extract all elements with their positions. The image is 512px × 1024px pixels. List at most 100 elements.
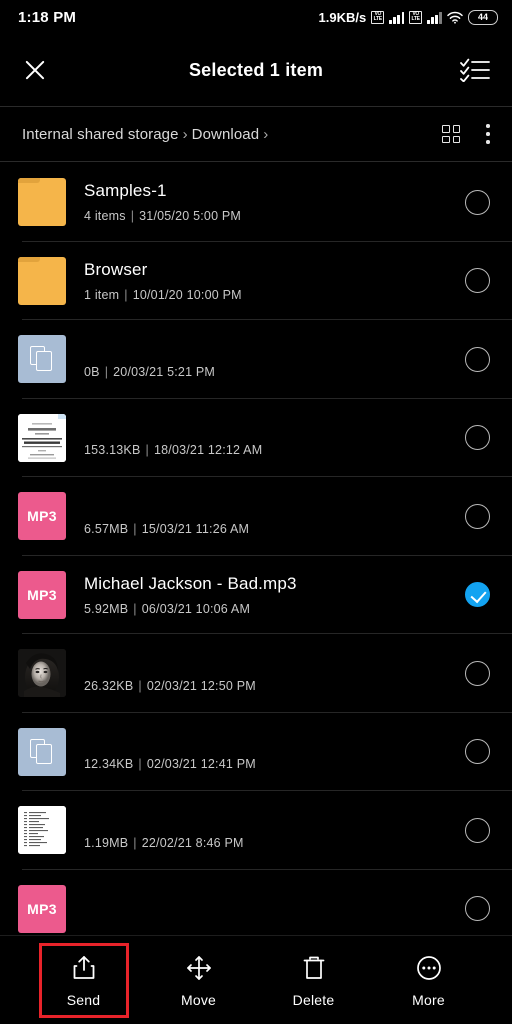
delete-button-label: Delete: [292, 991, 335, 1008]
delete-button[interactable]: Delete: [272, 946, 356, 1015]
breadcrumb-current[interactable]: Download: [192, 126, 260, 143]
breadcrumb-separator-2: ›: [263, 125, 269, 143]
bottom-action-bar: Send Move Delete More: [0, 935, 512, 1024]
mp3-icon: MP3: [18, 492, 66, 541]
volte-icon-2: VO LTE: [409, 10, 423, 24]
meta-separator: |: [133, 601, 137, 616]
file-size: 1.19MB: [84, 835, 129, 850]
table-row[interactable]: Browser 1 item | 10/01/20 10:00 PM: [0, 242, 512, 321]
file-meta: 26.32KB | 02/03/21 12:50 PM: [84, 679, 455, 693]
row-checkbox[interactable]: [465, 268, 490, 294]
status-bar: 1:18 PM 1.9KB/s VO LTE VO LTE 44: [0, 0, 512, 34]
file-name: [84, 340, 455, 357]
overflow-menu-icon[interactable]: [486, 124, 490, 144]
file-name: Michael Jackson - Bad.mp3: [84, 573, 297, 593]
file-name: Samples-1: [84, 181, 167, 201]
more-dots-circle-icon: [416, 955, 442, 981]
file-meta: 153.13KB | 18/03/21 12:12 AM: [84, 443, 455, 457]
row-checkbox[interactable]: [465, 425, 490, 451]
move-button[interactable]: Move: [157, 946, 241, 1015]
row-checkbox[interactable]: [465, 189, 490, 215]
document-icon: [18, 727, 66, 776]
mp3-icon-label: MP3: [27, 900, 57, 917]
row-checkbox[interactable]: [465, 739, 490, 765]
volte-icon: VO LTE: [371, 10, 385, 24]
breadcrumb-divider: [0, 161, 512, 162]
file-name: Browser: [84, 259, 148, 279]
file-size: 5.92MB: [84, 601, 129, 616]
status-time: 1:18 PM: [18, 8, 77, 26]
meta-separator: |: [145, 443, 149, 458]
trash-icon: [301, 955, 327, 981]
close-icon[interactable]: [22, 57, 48, 83]
meta-separator: |: [130, 209, 135, 224]
select-all-checklist-icon[interactable]: [460, 58, 490, 83]
meta-separator: |: [133, 521, 137, 536]
table-row[interactable]: 1.19MB | 22/02/21 8:46 PM: [0, 791, 512, 870]
file-date: 02/03/21 12:41 PM: [146, 757, 256, 772]
row-checkbox[interactable]: [465, 503, 490, 529]
meta-separator: |: [104, 364, 109, 379]
meta-separator: |: [133, 835, 137, 850]
move-arrows-icon: [186, 955, 212, 981]
mp3-icon: MP3: [18, 884, 66, 933]
row-checkbox[interactable]: [465, 660, 490, 686]
row-checkbox-checked[interactable]: [465, 582, 490, 608]
more-button-label: More: [412, 991, 445, 1008]
file-date: 15/03/21 11:26 AM: [141, 521, 250, 536]
file-name: [84, 654, 455, 671]
file-size: 153.13KB: [84, 443, 141, 458]
battery-level: 44: [477, 12, 488, 22]
battery-icon: 44: [468, 9, 498, 25]
row-checkbox[interactable]: [465, 346, 490, 372]
table-row[interactable]: 26.32KB | 02/03/21 12:50 PM: [0, 634, 512, 713]
file-size: 12.34KB: [84, 757, 134, 772]
mp3-icon-label: MP3: [27, 508, 57, 525]
meta-separator: |: [138, 678, 142, 693]
file-date: 31/05/20 5:00 PM: [139, 209, 242, 224]
folder-icon: [18, 256, 66, 305]
file-meta: 6.57MB | 15/03/21 11:26 AM: [84, 522, 455, 536]
table-row[interactable]: Samples-1 4 items | 31/05/20 5:00 PM: [0, 163, 512, 242]
signal-bars-icon: [389, 11, 405, 24]
grid-view-icon[interactable]: [442, 125, 460, 143]
breadcrumb-bar: Internal shared storage › Download ›: [0, 107, 512, 161]
row-checkbox[interactable]: [465, 896, 490, 922]
file-date: 10/01/20 10:00 PM: [132, 287, 242, 302]
file-size: 26.32KB: [84, 678, 134, 693]
breadcrumb[interactable]: Internal shared storage › Download ›: [22, 126, 272, 143]
file-meta: 4 items | 31/05/20 5:00 PM: [84, 209, 455, 223]
spreadsheet-thumbnail: [18, 806, 66, 855]
table-row[interactable]: MP3 6.57MB | 15/03/21 11:26 AM: [0, 477, 512, 556]
document-thumbnail: [18, 413, 66, 462]
more-button[interactable]: More: [387, 946, 471, 1015]
mp3-icon-label: MP3: [27, 586, 57, 603]
row-checkbox[interactable]: [465, 817, 490, 843]
file-name: [84, 497, 455, 514]
file-date: 02/03/21 12:50 PM: [146, 678, 256, 693]
share-upload-icon: [71, 955, 97, 981]
table-row[interactable]: MP3: [0, 870, 512, 936]
file-list[interactable]: Samples-1 4 items | 31/05/20 5:00 PM Brows…: [0, 163, 512, 935]
page-title: Selected 1 item: [188, 59, 324, 80]
signal-bars-icon-2: [427, 11, 442, 24]
file-size: 4 items: [84, 209, 126, 224]
send-button[interactable]: Send: [38, 942, 129, 1018]
move-button-label: Move: [180, 991, 217, 1008]
table-row[interactable]: 0B | 20/03/21 5:21 PM: [0, 320, 512, 399]
file-size: 1 item: [84, 287, 120, 302]
file-name: [84, 896, 455, 913]
table-row-selected[interactable]: MP3 Michael Jackson - Bad.mp3 5.92MB | 06/…: [0, 556, 512, 635]
table-row[interactable]: 153.13KB | 18/03/21 12:12 AM: [0, 399, 512, 478]
file-meta: 1 item | 10/01/20 10:00 PM: [84, 288, 455, 302]
file-meta: 5.92MB | 06/03/21 10:06 AM: [84, 602, 455, 616]
file-date: 22/02/21 8:46 PM: [141, 835, 244, 850]
file-size: 6.57MB: [84, 521, 129, 536]
file-date: 06/03/21 10:06 AM: [141, 601, 251, 616]
file-name: [84, 732, 455, 749]
table-row[interactable]: 12.34KB | 02/03/21 12:41 PM: [0, 713, 512, 792]
meta-separator: |: [124, 287, 128, 302]
file-name: [84, 811, 455, 828]
volte-icon-bottom: LTE: [373, 16, 382, 22]
breadcrumb-root[interactable]: Internal shared storage: [22, 126, 179, 143]
